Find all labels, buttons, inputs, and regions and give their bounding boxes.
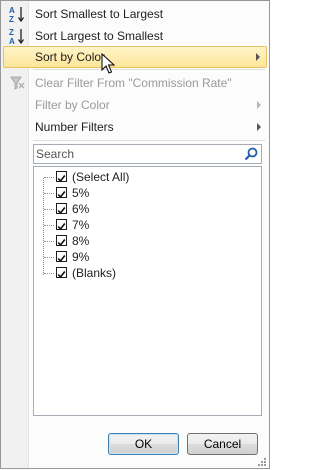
list-item[interactable]: 7%: [34, 217, 234, 233]
filter-by-color-item[interactable]: Filter by Color: [3, 94, 267, 116]
svg-text:A: A: [9, 37, 15, 45]
filter-by-color-label: Filter by Color: [35, 98, 110, 112]
checkbox[interactable]: [56, 171, 67, 183]
sort-smallest-to-largest-item[interactable]: A Z Sort Smallest to Largest: [3, 3, 267, 25]
clear-filter-item[interactable]: Clear Filter From "Commission Rate": [3, 72, 267, 94]
number-filters-label: Number Filters: [35, 120, 114, 134]
checkbox[interactable]: [56, 251, 67, 263]
menu-separator: [33, 69, 265, 70]
ok-button[interactable]: OK: [108, 433, 179, 455]
checkbox[interactable]: [56, 267, 67, 279]
tree-connector: [44, 241, 54, 242]
checkbox[interactable]: [56, 203, 67, 215]
checkbox[interactable]: [56, 219, 67, 231]
resize-grip-icon[interactable]: [257, 456, 267, 466]
list-item-label: 7%: [72, 218, 90, 232]
list-item[interactable]: 6%: [34, 201, 234, 217]
tree-connector: [44, 193, 54, 194]
list-item-label: 6%: [72, 202, 90, 216]
search-input[interactable]: [36, 146, 236, 162]
submenu-arrow-icon: [257, 123, 261, 131]
sort-by-color-label: Sort by Color: [35, 50, 106, 64]
svg-text:A: A: [9, 6, 15, 15]
list-item[interactable]: 5%: [34, 185, 234, 201]
list-item-label: (Select All): [72, 170, 130, 184]
tree-connector: [44, 257, 54, 258]
clear-filter-icon: [9, 74, 25, 92]
tree-connector: [44, 177, 54, 178]
search-box[interactable]: [33, 144, 262, 164]
list-item[interactable]: (Blanks): [34, 265, 234, 281]
cancel-button[interactable]: Cancel: [187, 433, 258, 455]
list-item-label: 8%: [72, 234, 90, 248]
svg-text:Z: Z: [9, 15, 14, 23]
submenu-arrow-icon: [257, 101, 261, 109]
sort-asc-label: Sort Smallest to Largest: [35, 7, 164, 21]
submenu-arrow-icon: [256, 53, 260, 61]
clear-filter-label: Clear Filter From "Commission Rate": [35, 76, 232, 90]
list-item-label: (Blanks): [72, 266, 117, 280]
svg-text:Z: Z: [9, 28, 14, 37]
magnifier-icon[interactable]: [243, 146, 259, 162]
sort-descending-icon: Z A: [9, 27, 25, 46]
sort-ascending-icon: A Z: [9, 5, 25, 24]
autofilter-dropdown: A Z Sort Smallest to Largest Z A Sort La…: [0, 0, 270, 469]
checkbox[interactable]: [56, 235, 67, 247]
tree-connector: [44, 225, 54, 226]
tree-connector: [44, 273, 54, 274]
list-item-label: 5%: [72, 186, 90, 200]
menu-separator: [33, 140, 265, 141]
number-filters-item[interactable]: Number Filters: [3, 116, 267, 138]
value-checklist[interactable]: (Select All) 5% 6% 7% 8% 9% (Blanks): [33, 166, 262, 416]
sort-largest-to-smallest-item[interactable]: Z A Sort Largest to Smallest: [3, 25, 267, 47]
tree-connector: [44, 209, 54, 210]
sort-by-color-item[interactable]: Sort by Color: [3, 46, 267, 68]
list-item-select-all[interactable]: (Select All): [34, 169, 234, 185]
list-item[interactable]: 8%: [34, 233, 234, 249]
list-item-label: 9%: [72, 250, 90, 264]
list-item[interactable]: 9%: [34, 249, 234, 265]
checkbox[interactable]: [56, 187, 67, 199]
mouse-pointer-icon: [101, 52, 116, 75]
sort-desc-label: Sort Largest to Smallest: [35, 29, 164, 43]
